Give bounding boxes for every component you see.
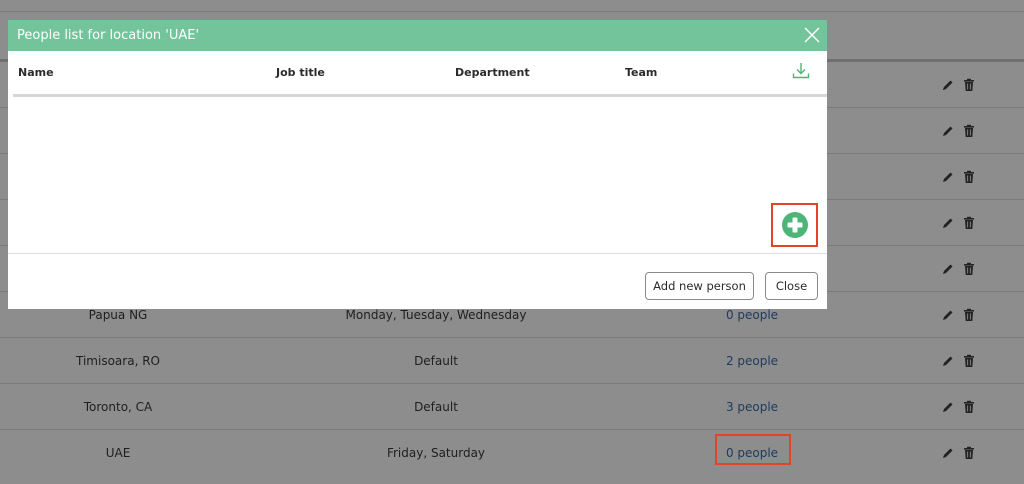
close-icon[interactable] (801, 24, 823, 46)
trash-icon[interactable] (962, 216, 976, 230)
modal-title: People list for location 'UAE' (17, 28, 200, 43)
people-link[interactable]: 3 people (690, 384, 814, 430)
location-name: Toronto, CA (83, 400, 153, 414)
footer-divider (8, 253, 827, 254)
modal-header: People list for location 'UAE' (8, 20, 827, 51)
column-department[interactable]: Department (455, 51, 530, 95)
trash-icon[interactable] (962, 446, 976, 460)
people-list-modal: People list for location 'UAE' Name Job … (8, 20, 827, 309)
trash-icon[interactable] (962, 354, 976, 368)
pencil-icon[interactable] (941, 354, 955, 368)
pencil-icon[interactable] (941, 170, 955, 184)
background-topbar (0, 0, 1024, 12)
row-actions (941, 108, 976, 154)
column-name[interactable]: Name (18, 51, 54, 95)
row-actions (941, 430, 976, 476)
trash-icon[interactable] (962, 124, 976, 138)
location-name: Timisoara, RO (76, 354, 160, 368)
row-actions (941, 292, 976, 338)
close-button[interactable]: Close (765, 272, 818, 300)
column-job-title[interactable]: Job title (276, 51, 325, 95)
pencil-icon[interactable] (941, 124, 955, 138)
trash-icon[interactable] (962, 400, 976, 414)
weekend-days: Friday, Saturday (386, 446, 486, 460)
pencil-icon[interactable] (941, 400, 955, 414)
trash-icon[interactable] (962, 308, 976, 322)
table-row: UAE Friday, Saturday 0 people (0, 430, 1024, 476)
weekend-days: Default (414, 354, 458, 368)
people-table-header: Name Job title Department Team (8, 51, 827, 96)
row-actions (941, 200, 976, 246)
pencil-icon[interactable] (941, 262, 955, 276)
people-link[interactable]: 2 people (690, 338, 814, 384)
pencil-icon[interactable] (941, 216, 955, 230)
header-divider (13, 94, 827, 97)
row-actions (941, 384, 976, 430)
weekend-days: Default (414, 400, 458, 414)
highlight-box (771, 203, 818, 247)
row-actions (941, 338, 976, 384)
pencil-icon[interactable] (941, 78, 955, 92)
highlight-box (715, 434, 791, 465)
trash-icon[interactable] (962, 78, 976, 92)
row-actions (941, 154, 976, 200)
row-actions (941, 62, 976, 108)
table-row: Timisoara, RO Default 2 people (0, 338, 1024, 384)
pencil-icon[interactable] (941, 446, 955, 460)
pencil-icon[interactable] (941, 308, 955, 322)
location-name: UAE (105, 446, 131, 460)
row-actions (941, 246, 976, 292)
download-icon[interactable] (791, 61, 811, 81)
add-new-person-button[interactable]: Add new person (645, 272, 754, 300)
plus-circle-icon[interactable] (781, 211, 809, 239)
trash-icon[interactable] (962, 170, 976, 184)
table-row: Toronto, CA Default 3 people (0, 384, 1024, 430)
column-team[interactable]: Team (625, 51, 657, 95)
trash-icon[interactable] (962, 262, 976, 276)
